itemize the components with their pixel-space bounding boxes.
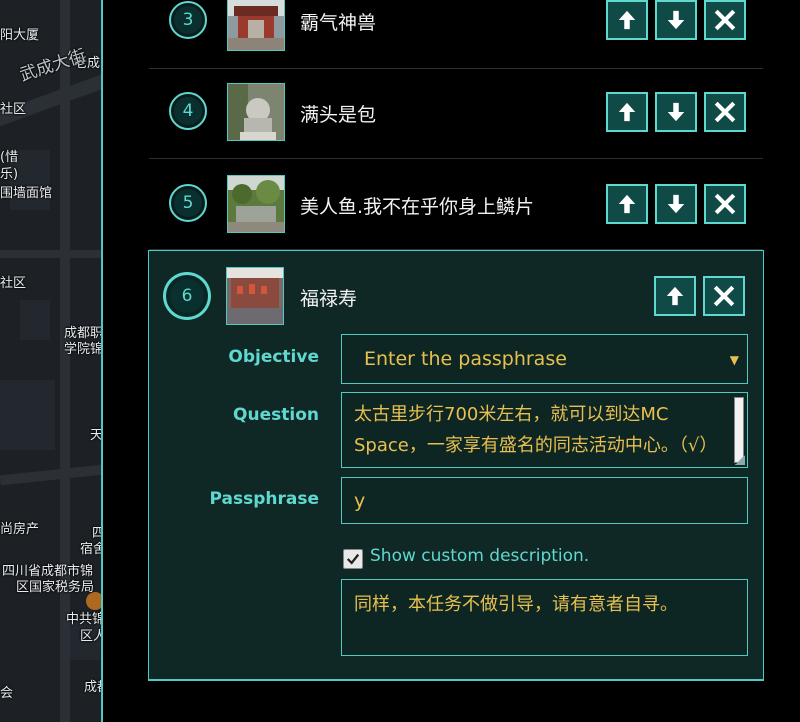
arrow-up-icon <box>618 102 636 122</box>
map-label: 会 <box>0 686 14 701</box>
objective-select[interactable]: Enter the passphrase ▼ <box>341 334 748 384</box>
map-label: 阳大厦 <box>0 28 40 43</box>
question-textarea[interactable]: 太古里步行700米左右，就可以到达MC Space，一家享有盛名的同志活动中心。… <box>341 392 748 468</box>
map-street-label: 武成大街 <box>17 45 89 86</box>
move-up-button[interactable] <box>654 276 696 316</box>
resize-grip-icon[interactable] <box>735 455 745 465</box>
move-down-button[interactable] <box>655 92 697 132</box>
delete-button[interactable] <box>703 276 745 316</box>
close-icon <box>713 285 735 307</box>
passphrase-value: y <box>354 489 366 512</box>
portal-title[interactable]: 霸气神兽 <box>300 8 376 35</box>
map-label: 围墙面馆 <box>0 186 53 201</box>
passphrase-input[interactable]: y <box>341 477 748 524</box>
portal-thumbnail <box>227 175 285 233</box>
map-label: 区人 <box>80 629 103 644</box>
show-custom-description-checkbox[interactable] <box>343 549 363 569</box>
item-number-badge: 5 <box>169 184 207 222</box>
item-number-badge: 6 <box>164 273 210 319</box>
map-label: 学院锦 <box>64 342 103 357</box>
map-view[interactable]: 阳大厦 老成 武成大街 社区 (惜 乐) 围墙面馆 社区 成都职 学院锦 天 尚… <box>0 0 103 722</box>
close-icon <box>714 193 736 215</box>
portal-title[interactable]: 福禄寿 <box>300 284 357 311</box>
delete-button[interactable] <box>704 92 746 132</box>
arrow-down-icon <box>667 10 685 30</box>
move-up-button[interactable] <box>606 184 648 224</box>
passphrase-label: Passphrase <box>209 489 320 509</box>
move-up-button[interactable] <box>606 0 648 40</box>
custom-description-textarea[interactable]: 同样，本任务不做引导，请有意者自寻。 <box>341 579 748 656</box>
item-number-badge: 4 <box>169 92 207 130</box>
list-item: 4 满头是包 <box>149 68 763 159</box>
list-item: 3 霸气神兽 <box>149 0 763 69</box>
portal-title[interactable]: 满头是包 <box>300 100 376 127</box>
move-down-button[interactable] <box>655 184 697 224</box>
map-label: 宿舍 <box>80 542 103 557</box>
portal-title[interactable]: 美人鱼.我不在乎你身上鳞片 <box>300 192 534 219</box>
map-label: 乐) <box>0 167 19 182</box>
list-item-expanded: 6 福禄寿 Objective Enter the passphrase ▼ Q… <box>148 250 764 681</box>
portal-list-panel: 3 霸气神兽 4 满头是包 5 美人鱼.我不在乎你身上鳞片 6 福禄寿 Obje… <box>103 0 800 722</box>
list-item: 5 美人鱼.我不在乎你身上鳞片 <box>149 159 763 250</box>
description-value: 同样，本任务不做引导，请有意者自寻。 <box>354 594 678 615</box>
map-label: 社区 <box>0 102 27 117</box>
question-value: 太古里步行700米左右，就可以到达MC Space，一家享有盛名的同志活动中心。… <box>354 404 718 456</box>
caret-down-icon: ▼ <box>729 353 739 367</box>
map-label: 天 <box>90 428 103 443</box>
portal-thumbnail <box>227 83 285 141</box>
portal-thumbnail <box>226 267 284 325</box>
close-icon <box>714 9 736 31</box>
arrow-up-icon <box>618 10 636 30</box>
textarea-scrollbar[interactable] <box>734 397 744 463</box>
arrow-down-icon <box>667 194 685 214</box>
delete-button[interactable] <box>704 0 746 40</box>
portal-thumbnail <box>227 0 285 51</box>
arrow-down-icon <box>667 102 685 122</box>
show-custom-description-label[interactable]: Show custom description. <box>370 546 589 566</box>
checkmark-icon <box>346 553 360 565</box>
map-label: 社区 <box>0 276 27 291</box>
item-number-badge: 3 <box>169 1 207 39</box>
objective-label: Objective <box>228 347 319 367</box>
question-label: Question <box>233 405 319 425</box>
objective-value: Enter the passphrase <box>364 348 567 370</box>
arrow-up-icon <box>666 286 684 306</box>
delete-button[interactable] <box>704 184 746 224</box>
close-icon <box>714 101 736 123</box>
map-label: 区国家税务局 <box>16 580 95 595</box>
arrow-up-icon <box>618 194 636 214</box>
map-label: 成都 <box>84 680 103 695</box>
map-label: 尚房产 <box>0 522 40 537</box>
move-up-button[interactable] <box>606 92 648 132</box>
move-down-button[interactable] <box>655 0 697 40</box>
